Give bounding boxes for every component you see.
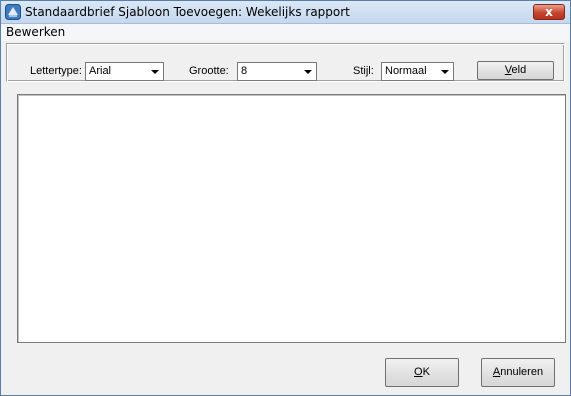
style-label: Stijl: [353, 65, 374, 77]
close-icon: x [545, 5, 553, 19]
size-select[interactable]: 8 [237, 62, 317, 81]
window-title: Standaardbrief Sjabloon Toevoegen: Wekel… [25, 5, 350, 19]
title-bar[interactable]: Standaardbrief Sjabloon Toevoegen: Wekel… [1, 1, 570, 24]
font-select[interactable]: Arial [85, 62, 164, 81]
ok-button[interactable]: OK [385, 358, 459, 387]
ok-button-label: K [422, 366, 430, 378]
font-select-value: Arial [89, 65, 112, 77]
cancel-button-label: nnuleren [500, 366, 544, 378]
close-button[interactable]: x [533, 4, 565, 20]
menu-item-bewerken[interactable]: Bewerken [4, 25, 67, 39]
size-label: Grootte: [189, 65, 229, 77]
field-button-label: eld [511, 64, 527, 76]
dialog-window: Standaardbrief Sjabloon Toevoegen: Wekel… [0, 0, 571, 396]
chevron-down-icon[interactable] [300, 63, 316, 80]
menu-bar: Bewerken [1, 24, 570, 41]
template-editor[interactable] [17, 94, 566, 343]
style-select-value: Normaal [385, 65, 427, 77]
style-select[interactable]: Normaal [381, 62, 454, 81]
ok-button-mnemonic: O [414, 366, 423, 378]
font-label: Lettertype: [30, 65, 82, 77]
app-logo-icon [5, 4, 21, 20]
cancel-button[interactable]: Annuleren [481, 358, 555, 387]
field-button[interactable]: Veld [477, 61, 554, 80]
chevron-down-icon[interactable] [437, 63, 453, 80]
size-select-value: 8 [241, 65, 248, 77]
format-toolbar: Lettertype: Arial Grootte: 8 Stijl: Norm… [6, 43, 565, 82]
field-button-mnemonic: V [504, 64, 512, 76]
chevron-down-icon[interactable] [147, 63, 163, 80]
